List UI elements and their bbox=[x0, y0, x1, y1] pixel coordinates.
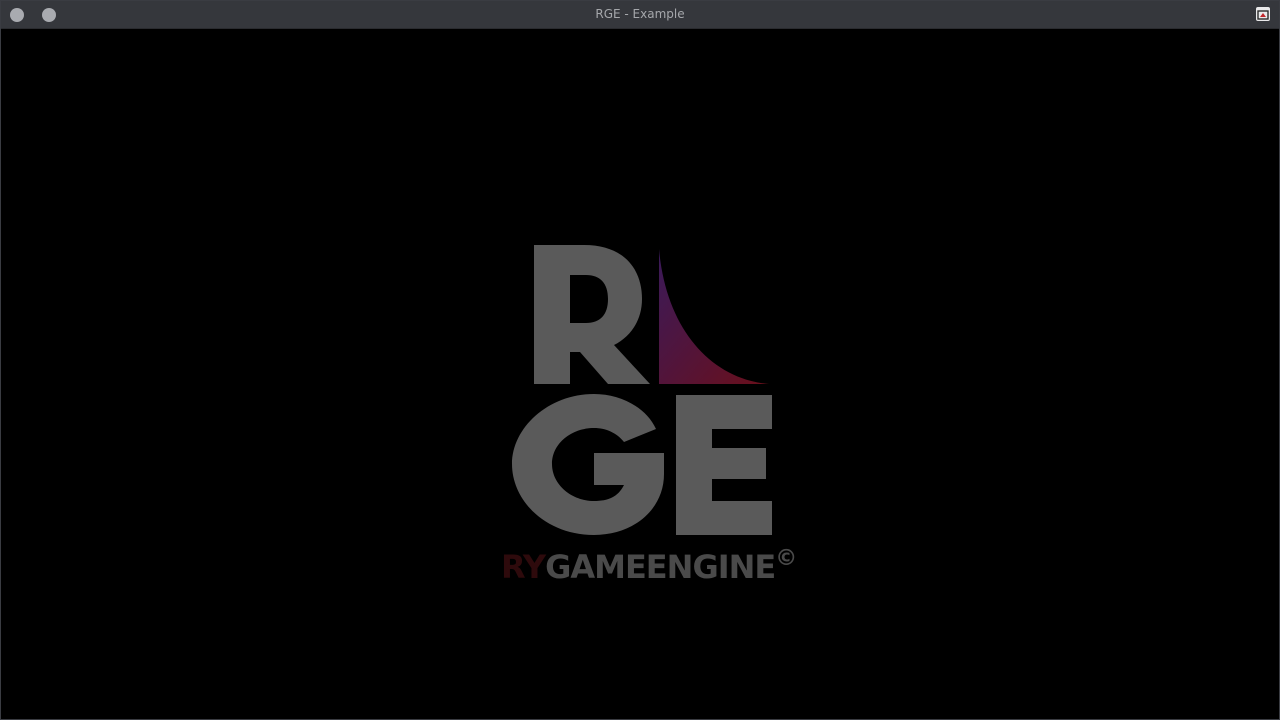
rge-logo-icon bbox=[512, 245, 772, 535]
render-viewport: RYGAMEENGINE© bbox=[1, 29, 1279, 719]
logo-accent-shape bbox=[659, 249, 769, 384]
logo-wordmark: RYGAMEENGINE© bbox=[501, 547, 811, 587]
wordmark-rest: GAMEENGINE bbox=[545, 548, 776, 586]
logo-letter-e bbox=[676, 395, 772, 535]
app-icon[interactable] bbox=[1256, 7, 1270, 21]
logo-letter-g bbox=[512, 394, 664, 535]
wordmark-prefix: RY bbox=[501, 548, 546, 586]
window-title: RGE - Example bbox=[595, 7, 685, 21]
app-window: RGE - Example RYGAMEENGINE© bbox=[0, 0, 1280, 720]
title-bar[interactable]: RGE - Example bbox=[1, 1, 1279, 29]
copyright-symbol: © bbox=[775, 546, 797, 571]
logo-letter-r bbox=[534, 245, 650, 384]
app-glyph-icon bbox=[1257, 10, 1269, 20]
